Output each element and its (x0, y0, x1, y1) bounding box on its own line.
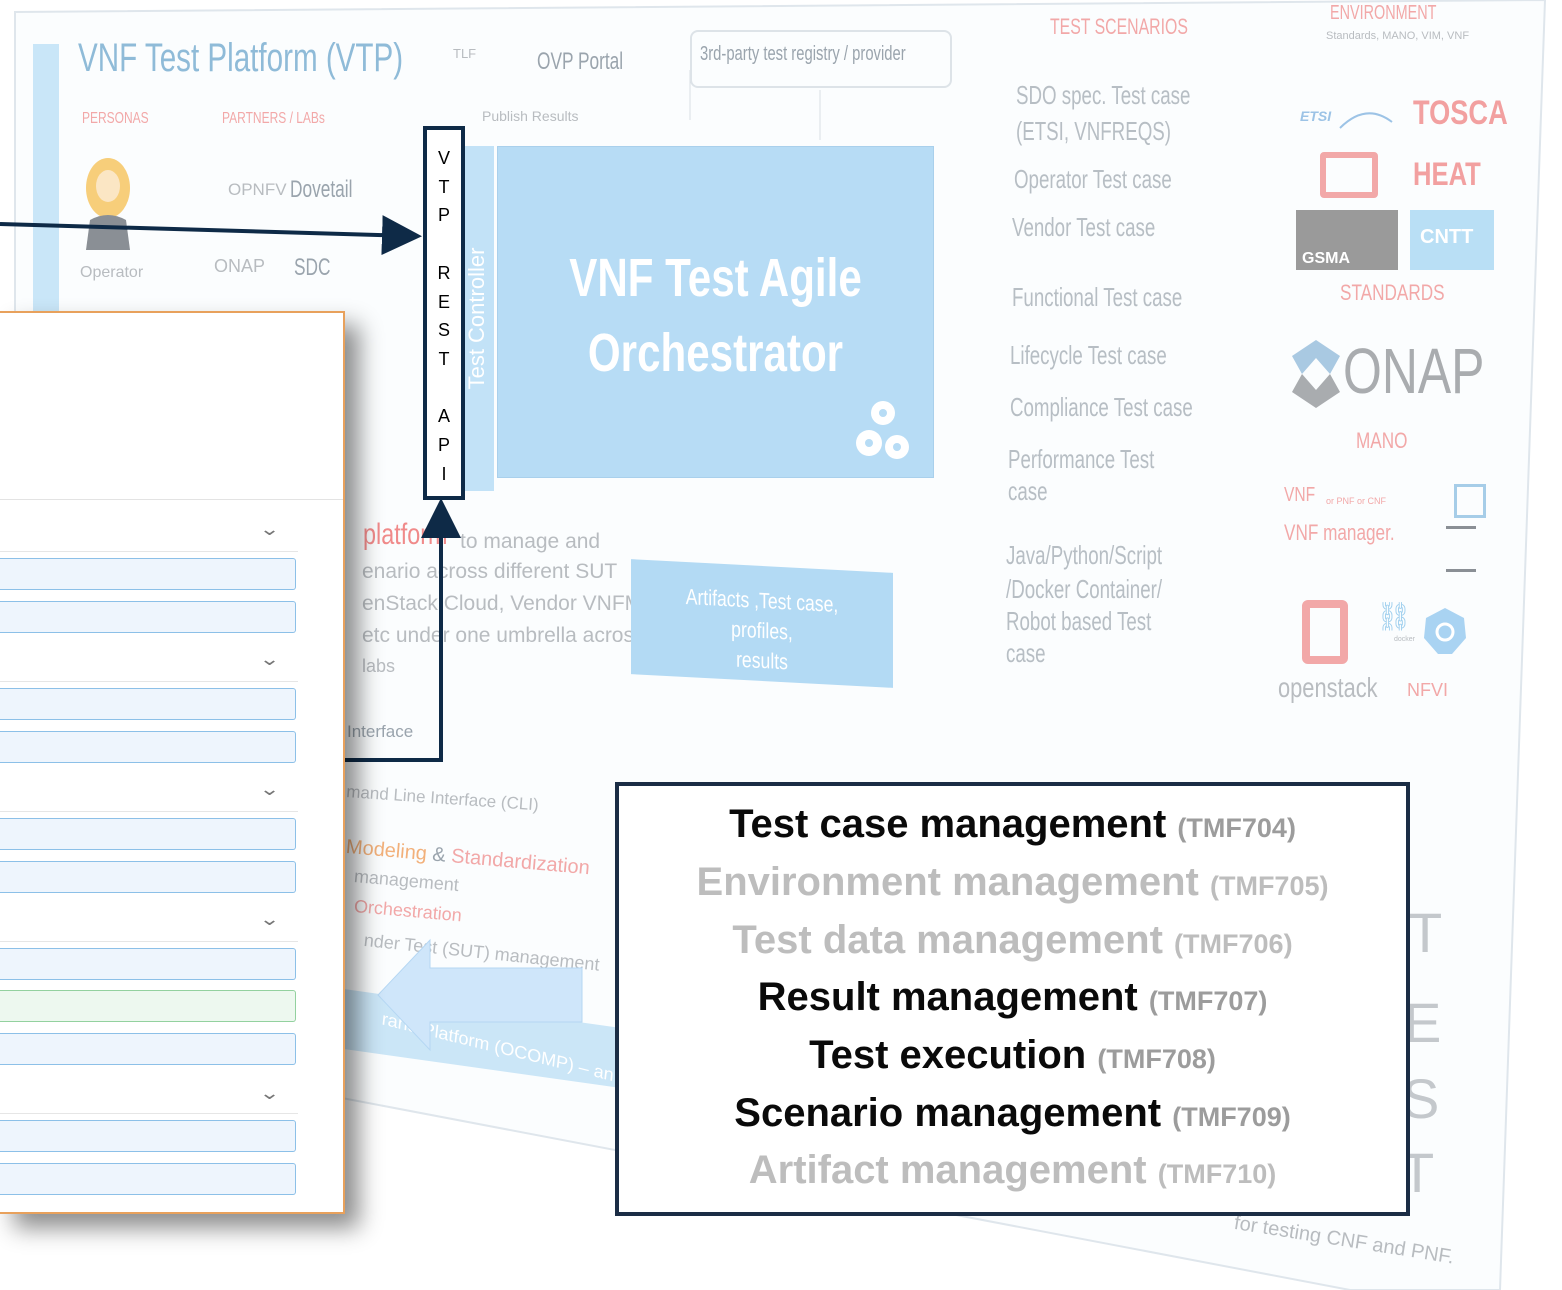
endpoint-row[interactable] (0, 1120, 296, 1152)
endpoint-row[interactable] (0, 948, 296, 980)
tmf-item-code: (TMF708) (1097, 1044, 1216, 1074)
endpoint-row[interactable] (0, 731, 296, 763)
endpoint-row[interactable] (0, 818, 296, 850)
panel-header-divider (0, 499, 343, 500)
tmf-item-name: Artifact management (748, 1148, 1147, 1192)
endpoint-row[interactable] (0, 688, 296, 720)
endpoint-row[interactable] (0, 1033, 296, 1065)
chevron-down-icon[interactable]: ⌄ (259, 519, 280, 540)
tmf-item-code: (TMF710) (1157, 1159, 1277, 1189)
chevron-down-icon[interactable]: ⌄ (259, 779, 280, 800)
section-divider (0, 811, 298, 812)
endpoint-row[interactable] (0, 1163, 296, 1195)
tmf-item: Artifact management (TMF710) (619, 1148, 1406, 1193)
section-divider (0, 1113, 298, 1114)
vtp-rest-api-char: E (437, 291, 450, 312)
vtp-rest-api-box: V T P R E S T A P I (423, 126, 465, 500)
vtp-rest-api-char: R (437, 262, 451, 283)
vtp-rest-api-char: P (437, 435, 450, 456)
vtp-rest-api-char: T (438, 348, 450, 369)
tmf-item-name: Environment management (696, 860, 1199, 904)
section-divider (0, 551, 298, 552)
vtp-rest-api-char: T (438, 176, 450, 197)
endpoint-row[interactable] (0, 861, 296, 893)
tmf-item-name: Result management (757, 975, 1138, 1019)
api-ui-panel: ⌄ ⌄ ⌄ ⌄ ⌄ (0, 311, 345, 1214)
tmf-item-code: (TMF704) (1177, 813, 1296, 843)
tmf-item: Test data management (TMF706) (619, 918, 1406, 963)
tmf-item-name: Scenario management (734, 1091, 1162, 1135)
vtp-rest-api-char: P (437, 205, 450, 226)
tmf-item-name: Test execution (809, 1033, 1087, 1077)
section-divider (0, 681, 298, 682)
endpoint-row[interactable] (0, 990, 296, 1022)
vtp-rest-api-char (427, 374, 461, 403)
tmf-item: Environment management (TMF705) (619, 860, 1406, 905)
chevron-down-icon[interactable]: ⌄ (259, 1083, 280, 1104)
tmf-item-code: (TMF705) (1209, 871, 1329, 901)
tmf-item: Scenario management (TMF709) (619, 1091, 1406, 1136)
diagram-stage: VNF Test Platform (VTP) TLF OVP Portal 3… (0, 0, 1562, 1290)
tmf-item-code: (TMF709) (1172, 1102, 1291, 1132)
vtp-rest-api-char: S (437, 320, 450, 341)
tmf-item-name: Test data management (732, 918, 1163, 962)
chevron-down-icon[interactable]: ⌄ (259, 649, 280, 670)
vtp-rest-api-char (427, 230, 461, 259)
tmf-item: Test execution (TMF708) (619, 1033, 1406, 1078)
section-divider (0, 941, 298, 942)
vtp-rest-api-char: I (441, 463, 447, 484)
tmf-item: Result management (TMF707) (619, 975, 1406, 1020)
tmf-item-name: Test case management (729, 802, 1167, 846)
endpoint-row[interactable] (0, 601, 296, 633)
tmf-api-list-box: Test case management (TMF704) Environmen… (615, 782, 1410, 1216)
tmf-item-code: (TMF707) (1148, 986, 1268, 1016)
vtp-rest-api-char: A (437, 406, 450, 427)
vtp-rest-api-char: V (437, 148, 450, 168)
tmf-item: Test case management (TMF704) (619, 802, 1406, 847)
chevron-down-icon[interactable]: ⌄ (259, 909, 280, 930)
endpoint-row[interactable] (0, 558, 296, 590)
tmf-item-code: (TMF706) (1174, 929, 1293, 959)
